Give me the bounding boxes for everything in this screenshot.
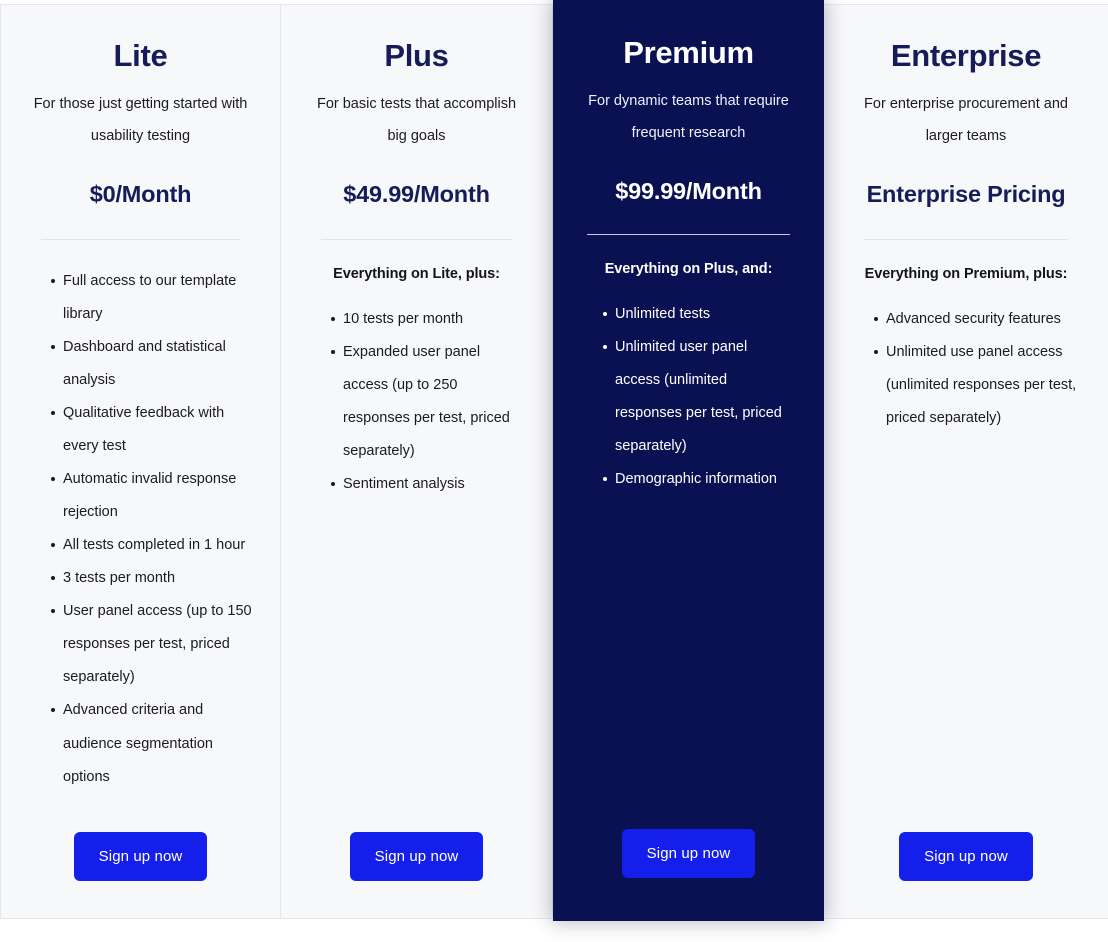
feature-list-item: Full access to our template library [51, 265, 252, 331]
feature-list-plus: 10 tests per month Expanded user panel ac… [309, 303, 524, 501]
plan-tagline-lite: For those just getting started with usab… [33, 96, 248, 144]
feature-list-item: All tests completed in 1 hour [51, 529, 252, 562]
plan-card-premium: Premium For dynamic teams that require f… [553, 0, 824, 921]
feature-list-item: Qualitative feedback with every test [51, 397, 252, 463]
plan-divider-plus [321, 238, 512, 240]
feature-list-item: 3 tests per month [51, 562, 252, 595]
plan-price-enterprise: Enterprise Pricing [866, 180, 1066, 207]
plan-card-enterprise: Enterprise For enterprise procurement an… [824, 4, 1108, 919]
feature-list-item: Advanced criteria and audience segmentat… [51, 694, 252, 793]
plan-includes-plus: Everything on Lite, plus: [333, 265, 500, 282]
feature-list-lite: Full access to our template library Dashb… [29, 265, 252, 794]
plan-card-plus: Plus For basic tests that accomplish big… [281, 4, 553, 919]
cta-wrap-plus: Sign up now [309, 832, 524, 918]
cta-wrap-lite: Sign up now [29, 832, 252, 918]
cta-wrap-premium: Sign up now [581, 829, 796, 921]
plan-card-lite: Lite For those just getting started with… [0, 4, 281, 919]
feature-list-enterprise: Advanced security features Unlimited use … [852, 303, 1080, 435]
feature-list-item: Advanced security features [874, 303, 1080, 336]
plan-name-enterprise: Enterprise [890, 38, 1042, 73]
plan-name-lite: Lite [113, 38, 168, 73]
plan-price-plus: $49.99/Month [343, 180, 490, 207]
feature-list-item: User panel access (up to 150 responses p… [51, 595, 252, 694]
plan-price-lite: $0/Month [89, 180, 192, 207]
plan-name-premium: Premium [623, 35, 754, 70]
plan-price-premium: $99.99/Month [615, 177, 762, 204]
sign-up-button-plus[interactable]: Sign up now [349, 832, 484, 881]
plan-divider-enterprise [864, 238, 1068, 240]
plan-name-plus: Plus [384, 38, 449, 73]
feature-list-item: Unlimited tests [603, 298, 796, 331]
feature-list-item: Expanded user panel access (up to 250 re… [331, 336, 524, 468]
feature-list-item: Automatic invalid response rejection [51, 463, 252, 529]
feature-list-item: Sentiment analysis [331, 468, 524, 501]
plan-includes-premium: Everything on Plus, and: [604, 260, 773, 277]
sign-up-button-premium[interactable]: Sign up now [621, 829, 756, 878]
plan-tagline-plus: For basic tests that accomplish big goal… [316, 96, 517, 144]
plan-includes-enterprise: Everything on Premium, plus: [864, 265, 1068, 282]
plan-divider-premium [587, 233, 790, 235]
cta-wrap-enterprise: Sign up now [852, 832, 1080, 918]
feature-list-item: Unlimited use panel access (unlimited re… [874, 336, 1080, 435]
sign-up-button-enterprise[interactable]: Sign up now [899, 832, 1033, 881]
feature-list-item: Demographic information [603, 463, 796, 496]
pricing-plans-grid: Lite For those just getting started with… [0, 0, 1108, 942]
sign-up-button-lite[interactable]: Sign up now [73, 832, 208, 881]
feature-list-item: Dashboard and statistical analysis [51, 331, 252, 397]
plan-tagline-enterprise: For enterprise procurement and larger te… [864, 96, 1068, 144]
feature-list-premium: Unlimited tests Unlimited user panel acce… [581, 298, 796, 496]
feature-list-item: 10 tests per month [331, 303, 524, 336]
plan-tagline-premium: For dynamic teams that require frequent … [588, 93, 789, 141]
feature-list-item: Unlimited user panel access (unlimited r… [603, 331, 796, 463]
plan-divider-lite [41, 238, 240, 240]
